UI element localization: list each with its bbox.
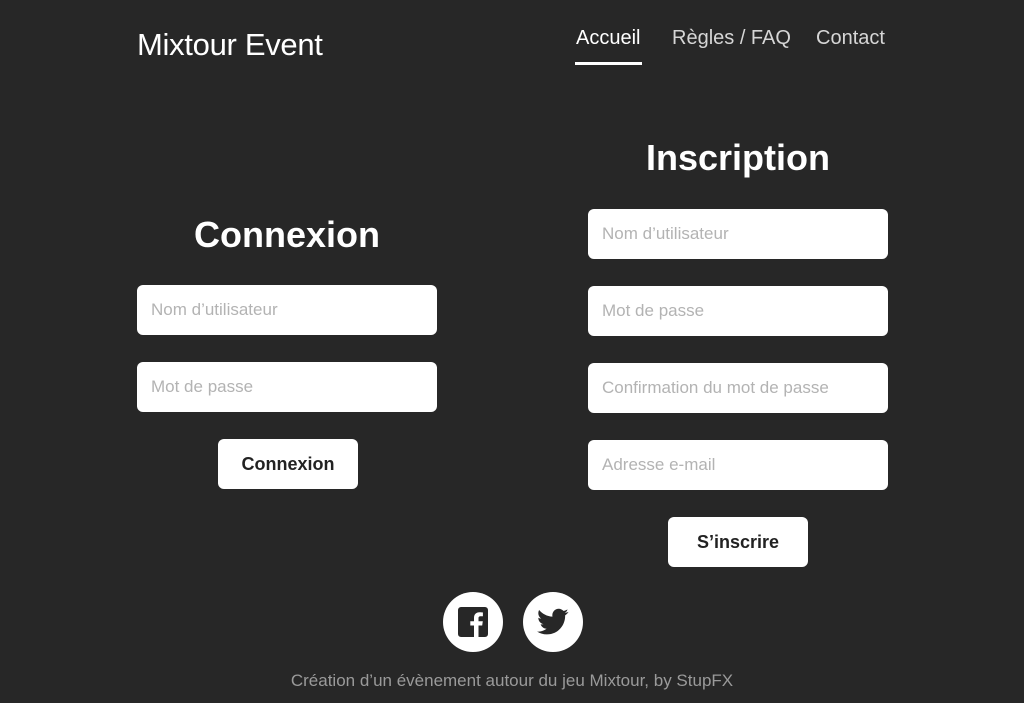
register-password-confirm-input[interactable] bbox=[588, 363, 888, 413]
nav-item-contact[interactable]: Contact bbox=[816, 27, 885, 50]
footer-credit: Création d’un évènement autour du jeu Mi… bbox=[290, 671, 734, 690]
page: Mixtour Event Accueil Règles / FAQ Conta… bbox=[0, 0, 1024, 703]
login-title: Connexion bbox=[194, 214, 380, 255]
register-button[interactable]: S’inscrire bbox=[668, 517, 808, 567]
login-username-input[interactable] bbox=[137, 285, 437, 335]
register-password-input[interactable] bbox=[588, 286, 888, 336]
twitter-link[interactable] bbox=[523, 592, 583, 652]
login-button[interactable]: Connexion bbox=[218, 439, 358, 489]
register-email-input[interactable] bbox=[588, 440, 888, 490]
nav-item-regles-faq[interactable]: Règles / FAQ bbox=[672, 27, 791, 50]
nav-item-accueil[interactable]: Accueil bbox=[576, 27, 640, 50]
facebook-link[interactable] bbox=[443, 592, 503, 652]
main-nav: Accueil Règles / FAQ Contact bbox=[0, 27, 1024, 67]
login-password-input[interactable] bbox=[137, 362, 437, 412]
twitter-icon bbox=[537, 608, 569, 635]
register-username-input[interactable] bbox=[588, 209, 888, 259]
nav-active-underline bbox=[575, 62, 642, 65]
facebook-icon bbox=[458, 607, 488, 637]
register-title: Inscription bbox=[645, 137, 830, 178]
